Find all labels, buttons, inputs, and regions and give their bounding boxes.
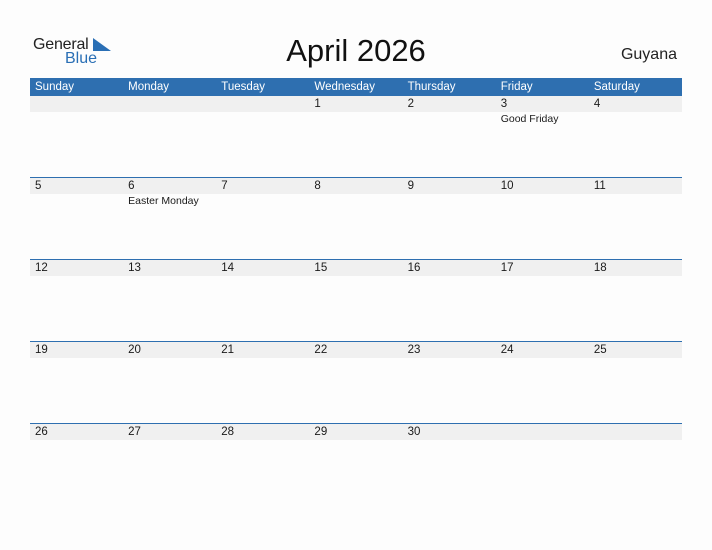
weekday-wednesday: Wednesday <box>314 81 375 93</box>
day-cell: 6 Easter Monday <box>123 178 216 258</box>
day-cell: 21 <box>216 342 309 422</box>
week-cells: 19 20 21 22 23 24 25 <box>30 342 682 422</box>
week-cells: 5 6 Easter Monday 7 8 9 10 11 <box>30 178 682 258</box>
country-label: Guyana <box>620 46 677 63</box>
day-cell: 15 <box>309 260 402 340</box>
day-number: 23 <box>407 344 421 356</box>
weekday-monday: Monday <box>128 81 170 93</box>
holiday-label: Good Friday <box>500 113 559 125</box>
empty-day-cell <box>123 96 216 176</box>
day-number: 25 <box>593 344 607 356</box>
week-cells: 26 27 28 29 30 <box>30 424 682 504</box>
day-number: 28 <box>221 426 235 438</box>
empty-day-cell <box>589 424 682 504</box>
day-number: 6 <box>128 180 135 192</box>
day-number: 26 <box>35 426 48 438</box>
day-cell: 4 <box>589 96 682 176</box>
day-cell: 10 <box>496 178 589 258</box>
day-cell: 2 <box>403 96 496 176</box>
day-cell: 13 <box>123 260 216 340</box>
day-cell: 30 <box>403 424 496 504</box>
day-cell: 11 <box>589 178 682 258</box>
day-cell: 27 <box>123 424 216 504</box>
day-number: 20 <box>128 344 141 356</box>
weekday-header: Sunday Monday Tuesday Wednesday Thursday… <box>30 78 682 96</box>
week-row: 26 27 28 29 30 <box>30 423 682 505</box>
day-number: 22 <box>314 344 328 356</box>
weeks-container: 1 2 3 Good Friday 4 5 6 Easter Monday 7 8 9 10 11 12 1… <box>30 96 682 505</box>
empty-day-cell <box>30 96 123 176</box>
day-cell: 8 <box>309 178 402 258</box>
day-number: 16 <box>407 262 421 274</box>
day-cell: 23 <box>403 342 496 422</box>
day-number: 15 <box>314 262 328 274</box>
day-cell: 1 <box>309 96 402 176</box>
day-cell: 18 <box>589 260 682 340</box>
day-number: 24 <box>500 344 514 356</box>
day-number: 3 <box>500 98 508 110</box>
day-number: 4 <box>593 98 601 110</box>
day-cell: 22 <box>309 342 402 422</box>
day-number: 29 <box>314 426 328 438</box>
day-cell: 7 <box>216 178 309 258</box>
week-row: 12 13 14 15 16 17 18 <box>30 259 682 341</box>
day-cell: 19 <box>30 342 123 422</box>
day-number: 14 <box>221 262 235 274</box>
day-number: 8 <box>314 180 321 192</box>
weekday-friday: Friday <box>500 81 533 93</box>
day-cell: 20 <box>123 342 216 422</box>
day-cell: 3 Good Friday <box>496 96 589 176</box>
day-cell: 25 <box>589 342 682 422</box>
empty-day-cell <box>216 96 309 176</box>
empty-day-cell <box>496 424 589 504</box>
holiday-label: Easter Monday <box>128 195 199 207</box>
day-cell: 28 <box>216 424 309 504</box>
day-number: 19 <box>35 344 48 356</box>
week-row: 19 20 21 22 23 24 25 <box>30 341 682 423</box>
day-number: 9 <box>407 180 414 192</box>
day-number: 2 <box>407 98 414 110</box>
day-cell: 14 <box>216 260 309 340</box>
week-cells: 1 2 3 Good Friday 4 <box>30 96 682 176</box>
day-cell: 26 <box>30 424 123 504</box>
day-cell: 16 <box>403 260 496 340</box>
week-row: 5 6 Easter Monday 7 8 9 10 11 <box>30 177 682 259</box>
day-number: 10 <box>500 180 514 192</box>
day-number: 11 <box>593 180 606 192</box>
calendar-grid: Sunday Monday Tuesday Wednesday Thursday… <box>30 78 682 505</box>
week-row: 1 2 3 Good Friday 4 <box>30 96 682 177</box>
day-cell: 17 <box>496 260 589 340</box>
day-number: 21 <box>221 344 235 356</box>
weekday-saturday: Saturday <box>593 81 640 93</box>
day-cell: 9 <box>403 178 496 258</box>
day-cell: 12 <box>30 260 123 340</box>
weekday-tuesday: Tuesday <box>221 81 265 93</box>
day-number: 13 <box>128 262 141 274</box>
day-cell: 29 <box>309 424 402 504</box>
calendar-title: April 2026 <box>286 33 426 68</box>
day-number: 5 <box>35 180 42 192</box>
weekday-sunday: Sunday <box>35 81 75 93</box>
day-number: 18 <box>593 262 607 274</box>
week-cells: 12 13 14 15 16 17 18 <box>30 260 682 340</box>
weekday-thursday: Thursday <box>407 81 456 93</box>
day-cell: 5 <box>30 178 123 258</box>
day-number: 17 <box>500 262 514 274</box>
day-number: 1 <box>314 98 321 110</box>
day-number: 7 <box>221 180 228 192</box>
day-number: 12 <box>35 262 48 274</box>
day-cell: 24 <box>496 342 589 422</box>
day-number: 30 <box>407 426 421 438</box>
day-number: 27 <box>128 426 141 438</box>
